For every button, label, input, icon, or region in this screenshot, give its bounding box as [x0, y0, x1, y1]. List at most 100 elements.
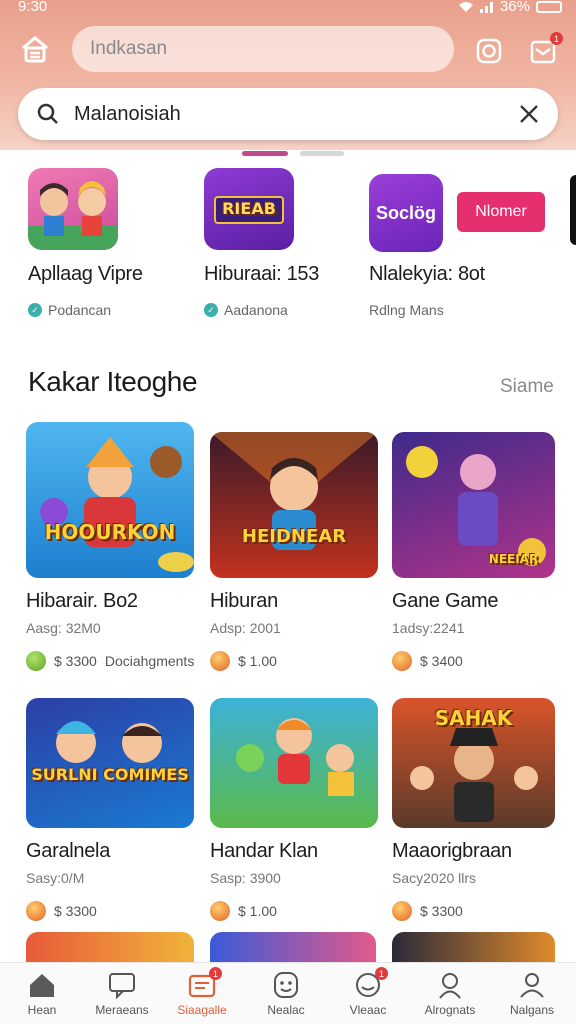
coin-icon — [210, 651, 230, 671]
game-price-6: $ 3300 — [420, 903, 463, 919]
game-price-3: $ 3400 — [420, 653, 463, 669]
smile-icon — [274, 972, 298, 998]
search-bar[interactable]: Malanoisiah — [18, 88, 558, 140]
nav-games[interactable]: Nealac — [250, 971, 322, 1017]
see-all-link[interactable]: Siame — [500, 376, 554, 398]
search-icon — [37, 103, 58, 124]
top-search-placeholder: Indkasan — [90, 38, 168, 59]
nav-label-profile: Nalgans — [509, 1003, 555, 1017]
game-sub-6: Sacy2020 llrs — [392, 870, 477, 886]
coin-icon — [26, 901, 46, 921]
game-thumb-2: HEIDNEAR — [210, 432, 378, 578]
game-title-4: Garalnela — [26, 840, 111, 862]
home-menu-button[interactable] — [18, 32, 52, 66]
game-thumb-6-text: SAHAK — [434, 706, 513, 730]
next-app-peek — [570, 175, 576, 245]
app-name-2: Hiburaai: 153 — [204, 263, 320, 285]
coin-icon — [26, 651, 46, 671]
header: 9:30 36% Indkasan 1 Malanoisiah — [0, 0, 576, 150]
game-sub-2: Adsp: 2001 — [210, 620, 281, 636]
top-search-field[interactable]: Indkasan — [72, 26, 454, 72]
app-sub-1: Podancan — [48, 302, 112, 318]
game-title-6: Maaorigbraan — [392, 840, 512, 862]
app-name-1: Apllaag Vipre — [28, 263, 143, 285]
nav-label-home: Hean — [27, 1003, 57, 1017]
coin-icon — [392, 901, 412, 921]
featured-app-3[interactable]: Soclög Nlalekyia: 8ot Rdlng Mans — [369, 168, 485, 318]
nav-label-rewards: Alrognats — [424, 1003, 476, 1017]
game-card-peek-1[interactable] — [26, 932, 194, 962]
game-price-1: $ 3300 — [54, 653, 97, 669]
close-icon[interactable] — [518, 103, 540, 125]
game-sub-5: Sasp: 3900 — [210, 870, 281, 886]
game-thumb-5 — [210, 698, 378, 828]
featured-app-1[interactable]: Apllaag Vipre ✓ Podancan — [28, 168, 143, 318]
section-title: Kakar Iteoghe — [28, 366, 198, 397]
profile-icon — [520, 973, 544, 998]
app-icon-3-text: Soclög — [375, 202, 436, 223]
game-card-1[interactable]: HOOURKON Hibarair. Bo2 Aasg: 32M0 $ 3300… — [26, 422, 194, 671]
game-sub-4: Sasy:0/M — [26, 870, 85, 886]
bottom-nav: Hean Meraeans 1 Siaagalle Nealac 1 Vleaa… — [0, 962, 576, 1024]
game-card-5[interactable]: Handar Klan Sasp: 3900 $ 1.00 — [210, 698, 378, 921]
game-title-3: Gane Game — [392, 590, 499, 612]
coin-icon — [392, 651, 412, 671]
app-sub-2: Aadanona — [224, 302, 288, 318]
home-icon — [30, 974, 54, 997]
game-title-5: Handar Klan — [210, 840, 318, 862]
battery-percent: 36% — [499, 0, 530, 15]
game-card-6[interactable]: SAHAK Maaorigbraan Sacy2020 llrs $ 3300 — [392, 698, 560, 921]
game-title-1: Hibarair. Bo2 — [26, 590, 138, 612]
camera-icon — [476, 38, 502, 64]
camera-button[interactable] — [472, 34, 506, 68]
wifi-icon — [458, 1, 473, 12]
nav-label-messages: Meraeans — [95, 1003, 149, 1017]
game-thumb-1: HOOURKON — [26, 422, 194, 578]
game-price-5: $ 1.00 — [238, 903, 277, 919]
game-card-peek-3[interactable] — [392, 932, 555, 962]
coin-icon — [210, 901, 230, 921]
featured-app-2[interactable]: RIEAB Hiburaai: 153 ✓ Aadanona — [204, 168, 319, 318]
carousel-dots — [242, 151, 344, 156]
game-thumb-4-text: SURLNI COMIMES — [31, 765, 189, 784]
game-extra-1: Dociahgments — [104, 653, 195, 669]
game-thumb-3-text: NEEIAR — [488, 552, 539, 566]
nav-profile[interactable]: Nalgans — [496, 971, 568, 1017]
nav-rewards[interactable]: Alrognats — [414, 971, 486, 1017]
chat-icon — [109, 973, 135, 1000]
status-bar: 9:30 36% — [0, 0, 576, 18]
app-icon-3: Soclög — [369, 174, 443, 252]
app-sub-3: Rdlng Mans — [369, 302, 444, 318]
game-thumb-3: NEEIAR — [392, 432, 555, 578]
carousel-dot — [300, 151, 344, 156]
game-thumb-1-text: HOOURKON — [44, 520, 176, 544]
game-thumb-4: SURLNI COMIMES — [26, 698, 194, 828]
battery-icon — [536, 0, 562, 13]
nav-label-videos: Vleaac — [349, 1003, 387, 1017]
game-sub-1: Aasg: 32M0 — [26, 620, 101, 636]
game-title-2: Hiburan — [210, 590, 278, 612]
app-icon-1 — [28, 168, 118, 250]
game-price-4: $ 3300 — [54, 903, 97, 919]
game-card-peek-2[interactable] — [210, 932, 376, 962]
nav-home[interactable]: Hean — [6, 971, 78, 1017]
open-app-button[interactable]: Nlomer — [457, 192, 545, 232]
verified-icon: ✓ — [204, 303, 218, 317]
nav-store-badge: 1 — [209, 967, 222, 980]
game-card-2[interactable]: HEIDNEAR Hiburan Adsp: 2001 $ 1.00 — [210, 432, 378, 671]
nav-messages[interactable]: Meraeans — [86, 971, 158, 1017]
game-price-2: $ 1.00 — [238, 653, 277, 669]
nav-label-store: Siaagalle — [177, 1003, 227, 1017]
game-thumb-2-text: HEIDNEAR — [241, 526, 347, 547]
nav-videos[interactable]: 1 Vleaac — [332, 967, 404, 1017]
game-card-3[interactable]: NEEIAR Gane Game 1adsy:2241 $ 3400 — [392, 432, 560, 671]
status-time: 9:30 — [18, 0, 48, 15]
carousel-dot-active — [242, 151, 288, 156]
search-query: Malanoisiah — [74, 102, 181, 125]
game-sub-3: 1adsy:2241 — [392, 620, 465, 636]
home-icon — [22, 36, 48, 63]
nav-label-games: Nealac — [267, 1003, 305, 1017]
game-card-4[interactable]: SURLNI COMIMES Garalnela Sasy:0/M $ 3300 — [26, 698, 194, 921]
inbox-button[interactable]: 1 — [526, 32, 563, 68]
nav-store[interactable]: 1 Siaagalle — [166, 967, 238, 1017]
